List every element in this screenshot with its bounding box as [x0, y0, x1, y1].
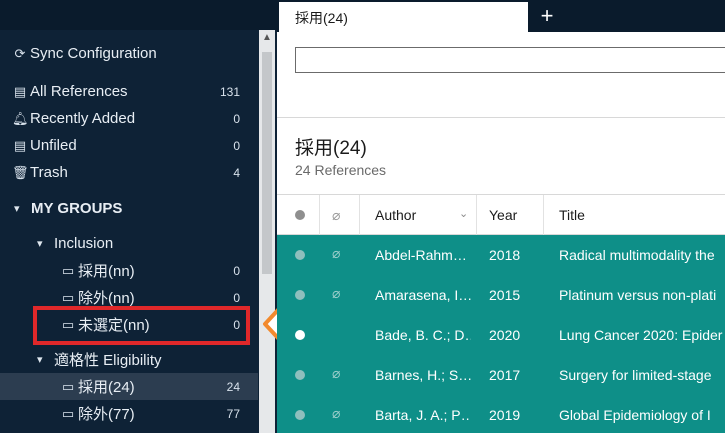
column-header-author[interactable]: Author: [375, 207, 416, 223]
my-groups-label: MY GROUPS: [31, 200, 123, 217]
add-tab-button[interactable]: +: [537, 2, 557, 30]
sidebar-item-trash[interactable]: 🗑︎ Trash 4: [0, 159, 258, 186]
sort-chevron-down-icon[interactable]: ⌄: [459, 207, 468, 220]
collection-icon: ▭: [61, 378, 75, 394]
item-count: 131: [219, 84, 240, 99]
cell-year: 2019: [489, 407, 521, 423]
item-count: 0: [233, 263, 240, 278]
attachment-icon: ⌀: [332, 405, 341, 421]
cell-title: Radical multimodality the: [559, 247, 715, 263]
column-header-row: ⌀ Author ⌄ Year Title: [277, 194, 725, 235]
annotation-highlight-box: [33, 306, 250, 345]
group-label: Inclusion: [54, 235, 114, 252]
tab-bar: 採用(24) +: [277, 0, 725, 32]
attachment-column-icon[interactable]: ⌀: [332, 207, 340, 224]
subcollection-label: 除外(nn): [78, 290, 135, 307]
column-separator: [359, 195, 360, 235]
cell-author: Bade, B. C.; D…: [375, 327, 471, 343]
subcollection-item[interactable]: ▭ 除外(77) 77: [0, 400, 258, 427]
table-row[interactable]: ⌀ Barnes, H.; S… 2017 Surgery for limite…: [277, 355, 725, 395]
subcollection-item[interactable]: ▭ 採用(nn) 0: [0, 257, 258, 284]
attachment-icon: ⌀: [332, 245, 341, 261]
item-count: 0: [233, 138, 240, 153]
cell-title: Global Epidemiology of I: [559, 407, 711, 423]
table-row[interactable]: ⌀ Abdel-Rahm… 2018 Radical multimodality…: [277, 235, 725, 275]
cell-author: Amarasena, I…: [375, 287, 471, 303]
sidebar-item-label: All References: [30, 83, 128, 100]
read-status-column-icon[interactable]: [295, 210, 305, 220]
attachment-icon: ⌀: [332, 285, 341, 301]
read-check-icon[interactable]: [295, 330, 305, 340]
chevron-down-icon: ▾: [37, 354, 43, 366]
collection-title: 採用(24): [295, 138, 367, 159]
group-label: 適格性 Eligibility: [54, 352, 162, 369]
cell-year: 2017: [489, 367, 521, 383]
collection-icon: ▭: [61, 262, 75, 278]
item-count: 0: [233, 111, 240, 126]
divider: [277, 117, 725, 118]
sidebar-item-recently-added[interactable]: 🔔︎ Recently Added 0: [0, 105, 258, 132]
unread-dot-icon[interactable]: [295, 370, 305, 380]
bell-icon: 🔔︎: [12, 110, 29, 126]
unread-dot-icon[interactable]: [295, 290, 305, 300]
collection-icon: ▭: [61, 289, 75, 305]
item-count: 77: [226, 406, 240, 421]
group-inclusion[interactable]: ▾ Inclusion: [0, 230, 258, 257]
table-row[interactable]: Bade, B. C.; D… 2020 Lung Cancer 2020: E…: [277, 315, 725, 355]
column-header-title[interactable]: Title: [559, 207, 585, 223]
column-separator: [476, 195, 477, 235]
sidebar: ⟳ Sync Configuration ▤ All References 13…: [0, 0, 277, 433]
subcollection-label: 除外(77): [78, 406, 135, 423]
sidebar-item-label: Recently Added: [30, 110, 136, 127]
cell-title: Surgery for limited-stage: [559, 367, 712, 383]
cell-year: 2020: [489, 327, 521, 343]
chevron-down-icon: ▾: [14, 203, 20, 215]
sidebar-item-all-references[interactable]: ▤ All References 131: [0, 78, 258, 105]
reference-count: 24 References: [295, 162, 387, 178]
sync-configuration-item[interactable]: ⟳ Sync Configuration: [0, 40, 258, 67]
sidebar-item-label: Trash: [30, 164, 68, 181]
subcollection-item-selected[interactable]: ▭ 採用(24) 24: [0, 373, 258, 400]
scroll-up-icon[interactable]: ▲: [259, 32, 275, 43]
sidebar-scrollbar[interactable]: ▲: [259, 30, 275, 433]
column-separator: [319, 195, 320, 235]
attachment-icon: ⌀: [332, 365, 341, 381]
subcollection-label: 採用(nn): [78, 263, 135, 280]
table-row[interactable]: ⌀ Barta, J. A.; P… 2019 Global Epidemiol…: [277, 395, 725, 433]
table-row[interactable]: ⌀ Amarasena, I… 2015 Platinum versus non…: [277, 275, 725, 315]
subcollection-label: 採用(24): [78, 379, 135, 396]
cell-author: Barta, J. A.; P…: [375, 407, 471, 423]
cell-author: Abdel-Rahm…: [375, 247, 467, 263]
my-groups-header[interactable]: ▾ MY GROUPS: [0, 195, 258, 222]
sidebar-item-unfiled[interactable]: ▤ Unfiled 0: [0, 132, 258, 159]
item-count: 4: [233, 165, 240, 180]
sync-icon: ⟳: [14, 45, 26, 61]
trash-icon: 🗑︎: [12, 164, 29, 180]
cell-title: Platinum versus non-plati: [559, 287, 717, 303]
cell-author: Barnes, H.; S…: [375, 367, 471, 383]
clipboard-icon: ▤: [13, 137, 27, 153]
group-eligibility[interactable]: ▾ 適格性 Eligibility: [0, 346, 258, 373]
column-header-year[interactable]: Year: [489, 207, 517, 223]
item-count: 24: [226, 379, 240, 394]
clipboard-icon: ▤: [13, 83, 27, 99]
chevron-down-icon: ▾: [37, 238, 43, 250]
cell-year: 2015: [489, 287, 521, 303]
reference-list: ⌀ Abdel-Rahm… 2018 Radical multimodality…: [277, 235, 725, 433]
sync-label: Sync Configuration: [30, 45, 157, 62]
column-separator: [543, 195, 544, 235]
collection-icon: ▭: [61, 405, 75, 421]
main-panel: 採用(24) + 採用(24) 24 References ⌀ Author ⌄…: [277, 0, 725, 433]
cell-year: 2018: [489, 247, 521, 263]
tab-active[interactable]: 採用(24): [279, 2, 528, 32]
sidebar-top-bar: [0, 0, 277, 30]
scrollbar-thumb[interactable]: [262, 52, 272, 274]
unread-dot-icon[interactable]: [295, 250, 305, 260]
item-count: 0: [233, 290, 240, 305]
unread-dot-icon[interactable]: [295, 410, 305, 420]
search-input[interactable]: [295, 47, 725, 73]
sidebar-item-label: Unfiled: [30, 137, 77, 154]
cell-title: Lung Cancer 2020: Epider: [559, 327, 723, 343]
